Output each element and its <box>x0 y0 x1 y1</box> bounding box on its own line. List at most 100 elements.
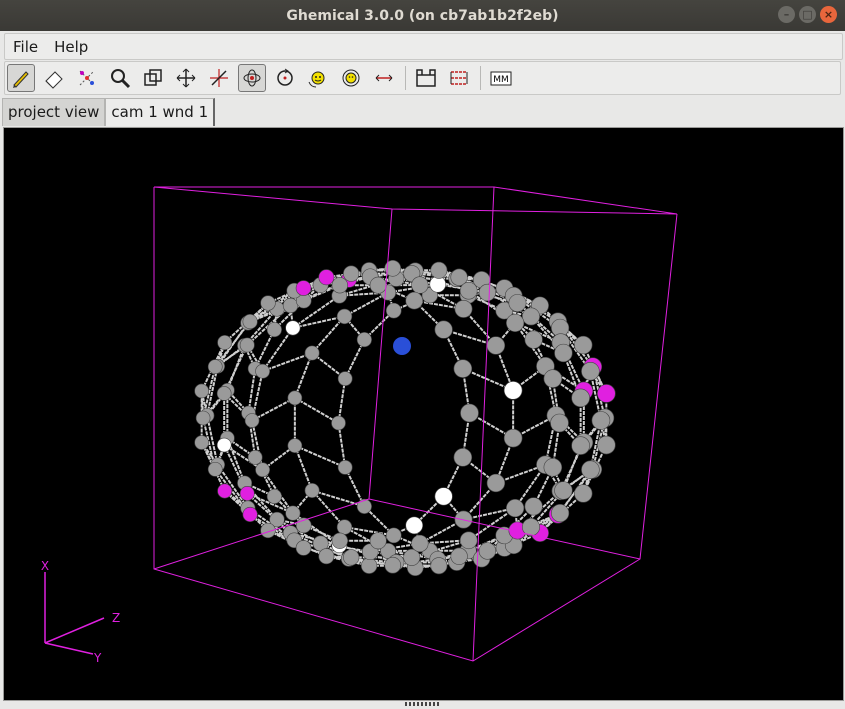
orbit-z-button[interactable] <box>271 64 299 92</box>
rotate-xy-button[interactable] <box>304 64 332 92</box>
atom <box>216 386 232 401</box>
bond <box>294 397 340 424</box>
atom <box>247 450 263 465</box>
menu-help[interactable]: Help <box>46 38 96 56</box>
atom <box>554 343 573 363</box>
maximize-button[interactable]: □ <box>799 6 816 23</box>
atom <box>304 483 320 498</box>
nitrogen-atom <box>393 337 411 355</box>
atom <box>266 322 282 338</box>
atom <box>244 413 260 428</box>
toolbar: MM <box>4 61 841 95</box>
bond-lines <box>200 267 608 569</box>
atom <box>543 369 563 388</box>
atom <box>551 504 570 523</box>
atom <box>304 345 320 361</box>
atom <box>430 557 448 575</box>
select-button[interactable] <box>73 64 101 92</box>
atom <box>195 410 211 426</box>
atom <box>591 411 611 430</box>
atom <box>356 498 372 514</box>
close-button[interactable]: × <box>820 6 837 23</box>
atom <box>543 458 563 477</box>
atom <box>337 460 353 475</box>
atom <box>524 330 543 349</box>
atom <box>508 294 527 312</box>
atom <box>554 481 573 500</box>
zoom-button[interactable] <box>106 64 134 92</box>
minimize-button[interactable]: – <box>778 6 795 23</box>
element-button[interactable] <box>412 64 440 92</box>
atom <box>217 483 233 499</box>
translate-z-button[interactable] <box>205 64 233 92</box>
window-title: Ghemical 3.0.0 (on cb7ab1b2f2eb) <box>286 7 559 24</box>
atom <box>434 487 453 506</box>
atom <box>207 359 223 375</box>
measure-button[interactable] <box>370 64 398 92</box>
atom <box>207 461 223 477</box>
axis-z-label: Z <box>112 611 120 625</box>
atom <box>369 276 387 294</box>
mm-label: MM <box>493 75 509 85</box>
erase-button[interactable] <box>40 64 68 92</box>
atom <box>287 390 303 406</box>
rotate-z-icon <box>342 69 360 87</box>
atom <box>571 388 590 408</box>
atom <box>405 291 424 310</box>
atom <box>454 299 473 318</box>
atom <box>581 361 600 381</box>
title-bar: Ghemical 3.0.0 (on cb7ab1b2f2eb) – □ × <box>0 0 845 31</box>
axis-x-label: X <box>41 559 49 573</box>
atom <box>239 486 255 501</box>
atom <box>384 556 402 574</box>
atom <box>255 462 270 478</box>
atom <box>217 335 233 350</box>
resize-grip[interactable] <box>405 702 441 706</box>
atom <box>597 435 616 455</box>
atom <box>242 506 258 522</box>
atom <box>239 337 255 353</box>
atom <box>453 359 473 378</box>
translate-xy-icon <box>176 68 196 88</box>
mm-setup-button[interactable]: MM <box>487 64 515 92</box>
atom <box>331 415 346 431</box>
atom <box>343 549 360 566</box>
rotate-z-button[interactable] <box>337 64 365 92</box>
menu-file[interactable]: File <box>5 38 46 56</box>
bond-type-button[interactable] <box>445 64 473 92</box>
atom <box>550 413 569 433</box>
atom <box>369 532 387 550</box>
atom <box>343 265 360 282</box>
tab-camera-window[interactable]: cam 1 wnd 1 <box>105 98 216 126</box>
select-atoms-icon <box>79 70 95 86</box>
atom <box>356 332 372 348</box>
translate-xy-button[interactable] <box>172 64 200 92</box>
rotate-xy-icon <box>308 71 325 88</box>
atom <box>318 269 335 286</box>
measure-icon <box>375 74 393 82</box>
draw-button[interactable] <box>7 64 35 92</box>
atom <box>216 437 232 453</box>
clipping-button[interactable] <box>139 64 167 92</box>
atom <box>331 277 348 294</box>
atom <box>411 534 429 553</box>
molecule-scene[interactable]: X Z Y <box>4 128 843 700</box>
atom <box>287 438 303 453</box>
atom <box>486 473 506 493</box>
orbit-z-icon <box>277 68 293 86</box>
atom <box>478 542 497 560</box>
atom <box>450 547 468 565</box>
atom <box>486 336 506 355</box>
molecule-viewport[interactable]: X Z Y <box>3 127 844 701</box>
orbit-xy-button[interactable] <box>238 64 266 92</box>
atom <box>336 519 353 535</box>
mm-setup-icon: MM <box>490 71 512 86</box>
pencil-draw-icon <box>13 71 29 88</box>
tab-project-view[interactable]: project view <box>2 98 106 126</box>
atom <box>522 307 540 326</box>
element-table-icon <box>416 69 436 87</box>
atom <box>459 281 478 300</box>
eraser-icon <box>45 71 63 89</box>
translate-z-icon <box>210 69 228 87</box>
atom-spheres <box>194 259 616 577</box>
